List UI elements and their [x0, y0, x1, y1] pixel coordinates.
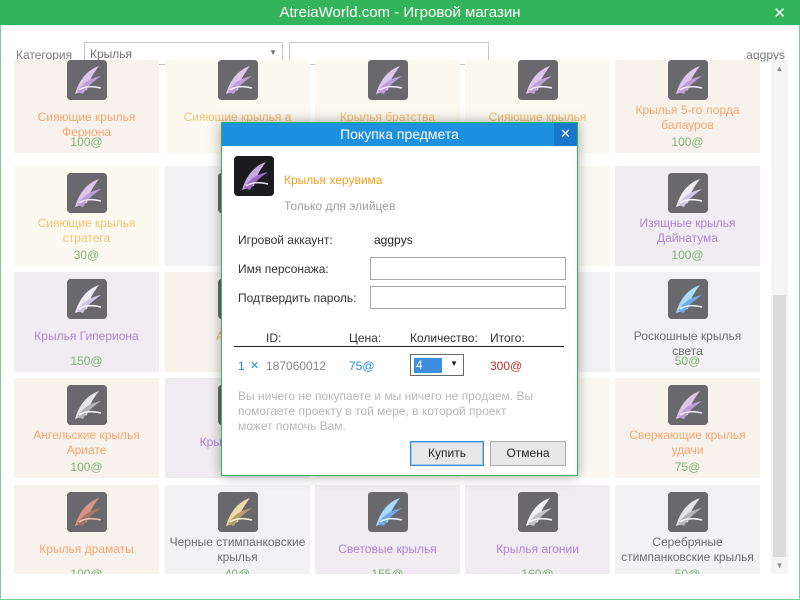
col-id-header: ID:	[266, 331, 282, 345]
chevron-down-icon: ▼	[450, 359, 458, 368]
window-title: AtreiaWorld.com - Игровой магазин	[279, 4, 521, 21]
dialog-title: Покупка предмета	[340, 126, 459, 142]
row-price: 75@	[349, 359, 375, 373]
quantity-select[interactable]: 4 ▼	[410, 354, 464, 376]
password-confirm-input[interactable]	[370, 286, 566, 309]
character-name-input[interactable]	[370, 257, 566, 280]
character-label: Имя персонажа:	[238, 262, 329, 276]
dialog-disclaimer: Вы ничего не покупаете и мы ничего не пр…	[238, 389, 534, 433]
quantity-value: 4	[414, 358, 442, 373]
row-total: 300@	[490, 359, 523, 373]
row-index: 1	[238, 359, 245, 373]
wing-purple-icon	[234, 156, 274, 196]
dialog-title-bar: Покупка предмета ✕	[222, 123, 577, 146]
remove-row-icon[interactable]: ✕	[250, 359, 259, 372]
col-total-header: Итого:	[490, 331, 525, 345]
col-qty-header: Количество:	[410, 331, 478, 345]
title-bar: AtreiaWorld.com - Игровой магазин ✕	[0, 0, 800, 25]
password-label: Подтвердить пароль:	[238, 291, 357, 305]
col-price-header: Цена:	[349, 331, 382, 345]
buy-button[interactable]: Купить	[410, 441, 484, 466]
dialog-close-button[interactable]: ✕	[554, 123, 577, 146]
table-divider	[234, 346, 564, 347]
window-close-button[interactable]: ✕	[773, 4, 786, 22]
dialog-item-note: Только для элийцев	[284, 199, 396, 213]
cancel-button[interactable]: Отмена	[490, 441, 566, 466]
account-label: Игровой аккаунт:	[238, 233, 333, 247]
account-value: aggpys	[374, 233, 413, 247]
purchase-dialog: Покупка предмета ✕ Крылья херувима Тольк…	[221, 122, 578, 476]
row-id: 187060012	[266, 359, 327, 373]
dialog-item-name: Крылья херувима	[284, 173, 383, 187]
